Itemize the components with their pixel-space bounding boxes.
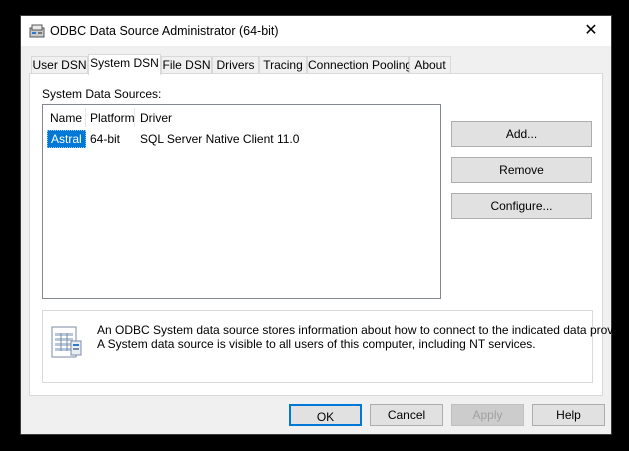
- close-button[interactable]: ✕: [571, 16, 611, 46]
- tab-tracing[interactable]: Tracing: [259, 56, 307, 74]
- tab-file-dsn[interactable]: File DSN: [161, 56, 212, 74]
- ok-button[interactable]: OK: [289, 404, 362, 426]
- tab-system-dsn[interactable]: System DSN: [88, 54, 161, 75]
- tab-drivers[interactable]: Drivers: [212, 56, 259, 74]
- window-title: ODBC Data Source Administrator (64-bit): [50, 24, 279, 38]
- tab-connection-pooling[interactable]: Connection Pooling: [307, 56, 412, 74]
- tab-about[interactable]: About: [409, 56, 451, 74]
- system-data-sources-label: System Data Sources:: [42, 87, 162, 101]
- apply-button[interactable]: Apply: [451, 404, 524, 426]
- dsn-row-name[interactable]: Astral: [47, 130, 86, 148]
- odbc-admin-window: ODBC Data Source Administrator (64-bit) …: [20, 15, 629, 435]
- info-box: An ODBC System data source stores inform…: [42, 310, 629, 383]
- column-header-name[interactable]: Name: [50, 111, 82, 125]
- cancel-button[interactable]: Cancel: [370, 404, 443, 426]
- data-source-icon: [51, 326, 82, 358]
- info-text-line-1: An ODBC System data source stores inform…: [97, 323, 629, 337]
- close-icon: ✕: [584, 22, 598, 39]
- column-separator[interactable]: [134, 108, 135, 127]
- remove-button[interactable]: Remove: [451, 157, 592, 183]
- title-bar: ODBC Data Source Administrator (64-bit) …: [21, 16, 611, 46]
- add-button[interactable]: Add...: [451, 121, 592, 147]
- system-dsn-panel: System Data Sources: Name Platform Drive…: [29, 73, 629, 396]
- help-button[interactable]: Help: [532, 404, 605, 426]
- column-header-driver[interactable]: Driver: [140, 111, 172, 125]
- info-text-line-2: A System data source is visible to all u…: [97, 337, 536, 351]
- data-sources-list[interactable]: Name Platform Driver Astral 64-bit SQL S…: [42, 104, 441, 299]
- tab-user-dsn[interactable]: User DSN: [31, 56, 88, 74]
- column-separator[interactable]: [85, 108, 86, 127]
- dsn-row-platform[interactable]: 64-bit: [90, 132, 120, 146]
- column-header-platform[interactable]: Platform: [90, 111, 135, 125]
- configure-button[interactable]: Configure...: [451, 193, 592, 219]
- dsn-row-driver[interactable]: SQL Server Native Client 11.0: [140, 132, 299, 146]
- odbc-app-icon: [29, 24, 45, 38]
